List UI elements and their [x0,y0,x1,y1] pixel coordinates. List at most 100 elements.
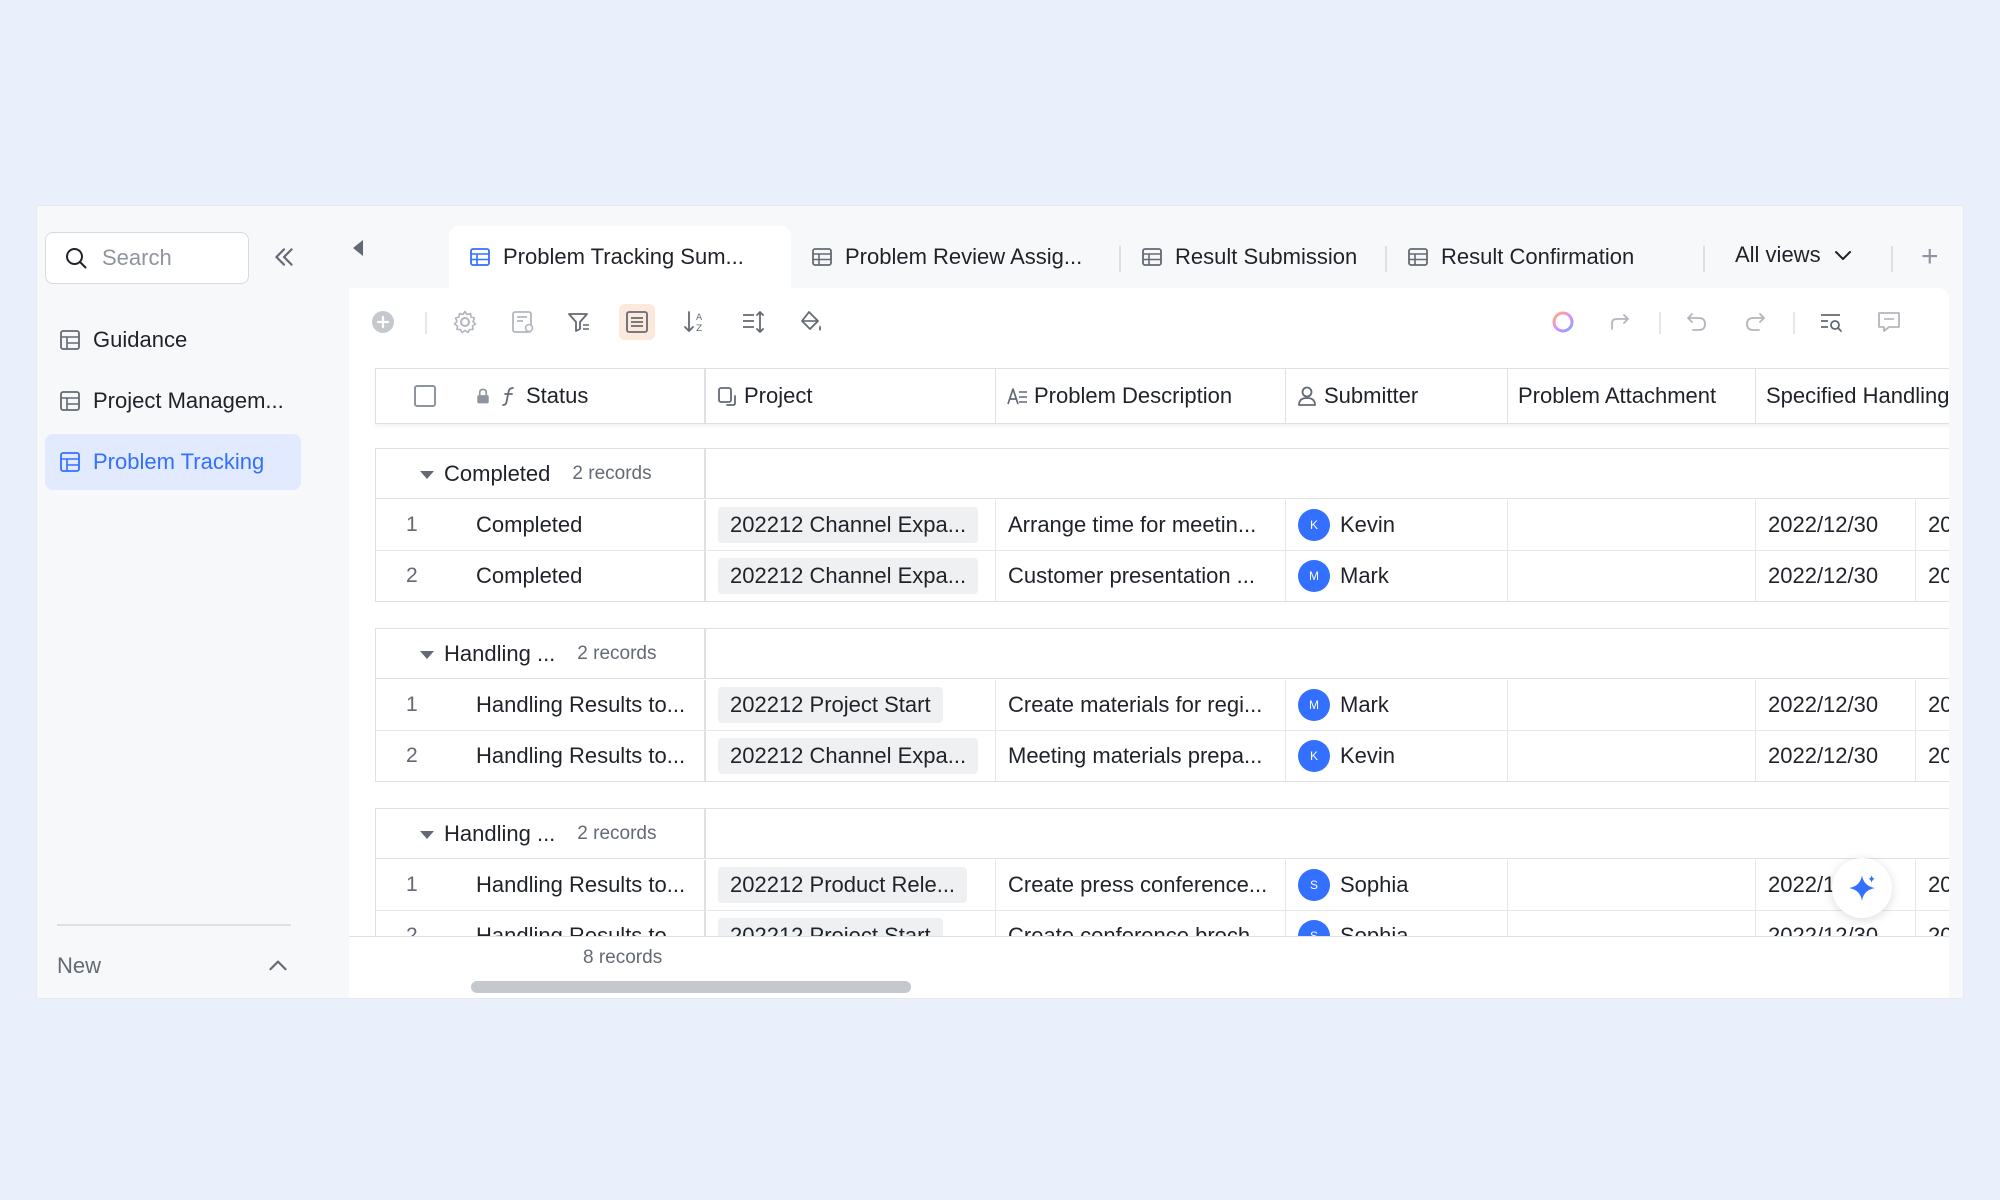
table-row[interactable]: 2 Completed 202212 Channel Expa... Custo… [376,551,1949,602]
group-header[interactable]: Completed 2 records [376,449,1949,499]
group-header[interactable]: Handling ... 2 records [376,629,1949,679]
date-cell[interactable]: 2022/12/30 [1756,680,1916,730]
sort-button[interactable]: AZ [677,304,713,340]
group-name: Handling ... [444,821,556,846]
select-all-checkbox[interactable] [414,385,436,407]
collapse-sidebar-button[interactable] [267,240,301,274]
date-cell-2[interactable]: 20 [1916,911,1949,936]
date-cell[interactable]: 2022/12/30 [1756,500,1916,550]
tab-result-confirmation[interactable]: Result Confirmation [1387,226,1654,288]
submitter-cell[interactable]: K Kevin [1286,731,1508,781]
attachment-cell[interactable] [1508,500,1756,550]
add-record-button[interactable] [365,304,401,340]
description-cell[interactable]: Create conference broch... [996,911,1286,936]
project-cell[interactable]: 202212 Channel Expa... [706,551,996,601]
group-count: 2 records [577,823,657,844]
avatar: K [1298,740,1330,772]
attachment-cell[interactable] [1508,911,1756,936]
date-cell[interactable]: 2022/12/30 [1756,911,1916,936]
sidebar-item-problem-tracking[interactable]: Problem Tracking [45,434,301,490]
scroll-tabs-left-icon[interactable] [353,240,363,256]
ai-assistant-button[interactable] [1545,304,1581,340]
group-title: Handling ... 2 records [376,629,706,679]
avatar: M [1298,689,1330,721]
project-column-header[interactable]: Project [706,369,996,423]
sidebar-item-project-management[interactable]: Project Managem... [45,373,301,429]
table-row[interactable]: 1 Completed 202212 Channel Expa... Arran… [376,500,1949,551]
share-button[interactable] [1603,304,1639,340]
status-column-header[interactable]: Status [376,369,706,423]
fill-color-button[interactable] [793,304,829,340]
description-cell[interactable]: Arrange time for meetin... [996,500,1286,550]
comments-button[interactable] [1871,304,1907,340]
submitter-name: Mark [1340,692,1389,717]
caret-down-icon[interactable] [420,471,434,479]
search-input[interactable]: Search [102,245,172,271]
date-cell-2[interactable]: 20 [1916,680,1949,730]
description-column-header[interactable]: Problem Description [996,369,1286,423]
status-cell[interactable]: Completed [376,551,706,601]
submitter-cell[interactable]: M Mark [1286,551,1508,601]
date-cell-2[interactable]: 20 [1916,500,1949,550]
all-views-dropdown[interactable]: All views [1735,242,1855,268]
date-cell[interactable]: 2022/12/30 [1756,731,1916,781]
attachment-cell[interactable] [1508,551,1756,601]
project-cell[interactable]: 202212 Project Start [706,680,996,730]
status-cell[interactable]: Handling Results to... [376,911,706,936]
redo-icon [1746,313,1765,331]
specified-handling-column-header[interactable]: Specified Handling [1756,369,1949,423]
table-row[interactable]: 1 Handling Results to... 202212 Product … [376,860,1949,911]
table-row[interactable]: 2 Handling Results to... 202212 Project … [376,911,1949,936]
all-views-label: All views [1735,242,1821,267]
submitter-cell[interactable]: S Sophia [1286,911,1508,936]
date-cell-2[interactable]: 20 [1916,551,1949,601]
search-records-button[interactable] [1813,304,1849,340]
new-button[interactable]: New [57,946,291,986]
description-cell[interactable]: Customer presentation ... [996,551,1286,601]
description-cell[interactable]: Create press conference... [996,860,1286,910]
submitter-cell[interactable]: S Sophia [1286,860,1508,910]
description-cell[interactable]: Meeting materials prepa... [996,731,1286,781]
tab-problem-review-assignment[interactable]: Problem Review Assig... [791,226,1102,288]
attachment-cell[interactable] [1508,680,1756,730]
date-cell-2[interactable]: 20 [1916,860,1949,910]
group-header[interactable]: Handling ... 2 records [376,809,1949,859]
project-cell[interactable]: 202212 Channel Expa... [706,731,996,781]
description-cell[interactable]: Create materials for regi... [996,680,1286,730]
group-button[interactable] [619,304,655,340]
status-cell[interactable]: Completed [376,500,706,550]
attachment-column-header[interactable]: Problem Attachment [1508,369,1756,423]
submitter-cell[interactable]: M Mark [1286,680,1508,730]
project-cell[interactable]: 202212 Project Start [706,911,996,936]
ai-sparkle-button[interactable] [1832,858,1892,918]
settings-button[interactable] [447,304,483,340]
search-box[interactable]: Search [45,232,249,284]
add-view-button[interactable]: + [1921,242,1939,272]
sidebar-item-guidance[interactable]: Guidance [45,312,301,368]
date-cell-2[interactable]: 20 [1916,731,1949,781]
sidebar-item-label: Problem Tracking [93,449,265,474]
project-cell[interactable]: 202212 Product Rele... [706,860,996,910]
caret-down-icon[interactable] [420,651,434,659]
row-height-button[interactable] [735,304,771,340]
table-row[interactable]: 2 Handling Results to... 202212 Channel … [376,731,1949,782]
submitter-cell[interactable]: K Kevin [1286,500,1508,550]
table-row[interactable]: 1 Handling Results to... 202212 Project … [376,680,1949,731]
field-config-button[interactable] [505,304,541,340]
status-cell[interactable]: Handling Results to... [376,860,706,910]
date-cell[interactable]: 2022/12/30 [1756,551,1916,601]
status-cell[interactable]: Handling Results to... [376,680,706,730]
attachment-cell[interactable] [1508,731,1756,781]
horizontal-scrollbar[interactable] [471,981,911,993]
tab-result-submission[interactable]: Result Submission [1121,226,1377,288]
filter-button[interactable] [561,304,597,340]
submitter-column-header[interactable]: Submitter [1286,369,1508,423]
project-cell[interactable]: 202212 Channel Expa... [706,500,996,550]
tab-problem-tracking-summary[interactable]: Problem Tracking Sum... [449,226,791,288]
formula-icon [502,387,514,406]
caret-down-icon[interactable] [420,831,434,839]
status-cell[interactable]: Handling Results to... [376,731,706,781]
undo-button[interactable] [1679,304,1715,340]
redo-button[interactable] [1737,304,1773,340]
attachment-cell[interactable] [1508,860,1756,910]
